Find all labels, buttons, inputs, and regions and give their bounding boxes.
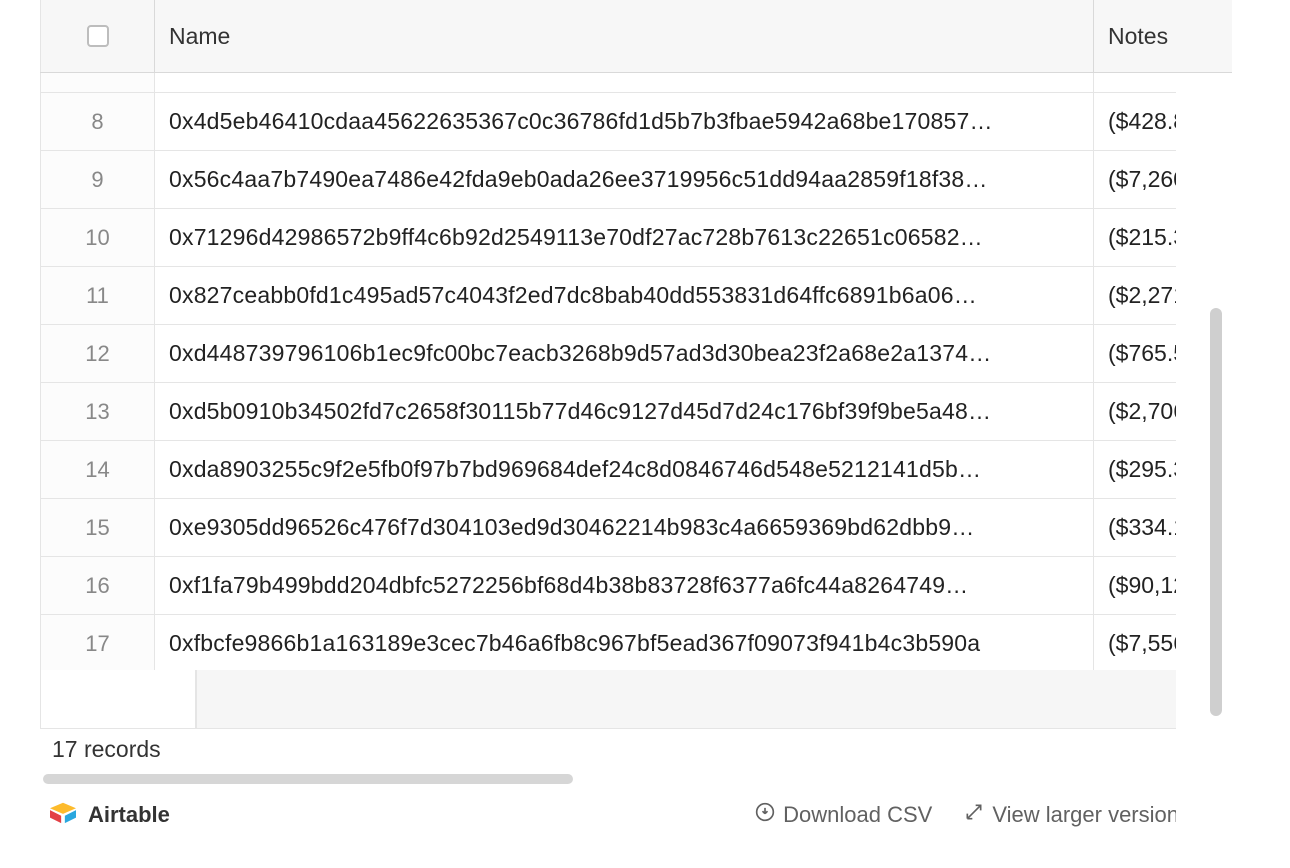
name-cell[interactable]: 0x4d5eb46410cdaa45622635367c0c36786fd1d5… [155,93,1094,150]
row-number-cell: 9 [40,151,155,208]
airtable-brand[interactable]: Airtable [48,799,170,831]
empty-grid-area [196,670,1232,730]
row-number-cell: 14 [40,441,155,498]
name-cell-text: 0x827ceabb0fd1c495ad57c4043f2ed7dc8bab40… [169,282,1079,309]
table-row[interactable]: 13 0xd5b0910b34502fd7c2658f30115b77d46c91… [40,383,1232,441]
row-number-cell: 12 [40,325,155,382]
row-number-cell: 13 [40,383,155,440]
table-row[interactable]: 9 0x56c4aa7b7490ea7486e42fda9eb0ada26ee37… [40,151,1232,209]
name-cell-text: 0x71296d42986572b9ff4c6b92d2549113e70df2… [169,224,1079,251]
footer-bar: Airtable Download CSV View larger versio… [48,798,1179,832]
airtable-brand-label: Airtable [88,802,170,828]
table-body: 8 0x4d5eb46410cdaa45622635367c0c36786fd1d… [40,73,1232,673]
name-cell[interactable]: 0xd5b0910b34502fd7c2658f30115b77d46c9127… [155,383,1094,440]
table-row[interactable] [40,73,1232,93]
table-row[interactable]: 12 0xd448739796106b1ec9fc00bc7eacb3268b9d… [40,325,1232,383]
vertical-scrollbar-thumb[interactable] [1210,308,1222,716]
name-cell[interactable]: 0xda8903255c9f2e5fb0f97b7bd969684def24c8… [155,441,1094,498]
name-cell[interactable] [155,73,1094,92]
name-cell-text: 0xfbcfe9866b1a163189e3cec7b46a6fb8c967bf… [169,630,1079,657]
download-csv-button[interactable]: Download CSV [755,802,932,828]
record-count-bar: 17 records [40,728,1176,770]
row-number-cell [40,73,155,92]
table-row[interactable]: 10 0x71296d42986572b9ff4c6b92d2549113e70d… [40,209,1232,267]
airtable-logo-icon [48,799,78,831]
table-row[interactable]: 8 0x4d5eb46410cdaa45622635367c0c36786fd1d… [40,93,1232,151]
name-cell[interactable]: 0xf1fa79b499bdd204dbfc5272256bf68d4b38b8… [155,557,1094,614]
table-header-row: Name Notes [40,0,1232,73]
column-header-name[interactable]: Name [155,0,1094,72]
row-number-cell: 16 [40,557,155,614]
row-number-cell: 10 [40,209,155,266]
name-cell-text: 0xf1fa79b499bdd204dbfc5272256bf68d4b38b8… [169,572,1079,599]
view-larger-button[interactable]: View larger version [964,802,1179,828]
row-number-cell: 15 [40,499,155,556]
name-cell-text: 0xd5b0910b34502fd7c2658f30115b77d46c9127… [169,398,1079,425]
table-row[interactable]: 15 0xe9305dd96526c476f7d304103ed9d3046221… [40,499,1232,557]
name-cell[interactable]: 0xd448739796106b1ec9fc00bc7eacb3268b9d57… [155,325,1094,382]
name-cell-text: 0x4d5eb46410cdaa45622635367c0c36786fd1d5… [169,108,1079,135]
table-row[interactable]: 17 0xfbcfe9866b1a163189e3cec7b46a6fb8c967… [40,615,1232,673]
name-cell[interactable]: 0x71296d42986572b9ff4c6b92d2549113e70df2… [155,209,1094,266]
download-icon [755,802,775,828]
record-count-label: 17 records [52,736,161,763]
name-cell[interactable]: 0x56c4aa7b7490ea7486e42fda9eb0ada26ee371… [155,151,1094,208]
name-cell[interactable]: 0xfbcfe9866b1a163189e3cec7b46a6fb8c967bf… [155,615,1094,672]
header-checkbox-cell [40,0,155,72]
horizontal-scrollbar-track[interactable] [40,772,1233,786]
column-header-notes[interactable]: Notes [1094,0,1233,72]
name-cell-text: 0x56c4aa7b7490ea7486e42fda9eb0ada26ee371… [169,166,1079,193]
name-cell[interactable]: 0x827ceabb0fd1c495ad57c4043f2ed7dc8bab40… [155,267,1094,324]
row-number-cell: 17 [40,615,155,672]
name-cell-text: 0xd448739796106b1ec9fc00bc7eacb3268b9d57… [169,340,1079,367]
view-larger-label: View larger version [992,802,1179,828]
table-container: Name Notes 8 0x4d5eb46410cdaa45622635367c… [40,0,1233,770]
table-row[interactable]: 11 0x827ceabb0fd1c495ad57c4043f2ed7dc8bab… [40,267,1232,325]
name-cell-text: 0xda8903255c9f2e5fb0f97b7bd969684def24c8… [169,456,1079,483]
column-header-notes-label: Notes [1108,23,1168,50]
row-number-cell: 8 [40,93,155,150]
table-row[interactable]: 14 0xda8903255c9f2e5fb0f97b7bd969684def24… [40,441,1232,499]
expand-icon [964,802,984,828]
select-all-checkbox[interactable] [87,25,109,47]
row-number-cell: 11 [40,267,155,324]
name-cell-text: 0xe9305dd96526c476f7d304103ed9d30462214b… [169,514,1079,541]
table-row[interactable]: 16 0xf1fa79b499bdd204dbfc5272256bf68d4b38… [40,557,1232,615]
column-header-name-label: Name [169,23,230,50]
download-csv-label: Download CSV [783,802,932,828]
horizontal-scrollbar-thumb[interactable] [43,774,573,784]
right-margin [1176,0,1233,868]
name-cell[interactable]: 0xe9305dd96526c476f7d304103ed9d30462214b… [155,499,1094,556]
